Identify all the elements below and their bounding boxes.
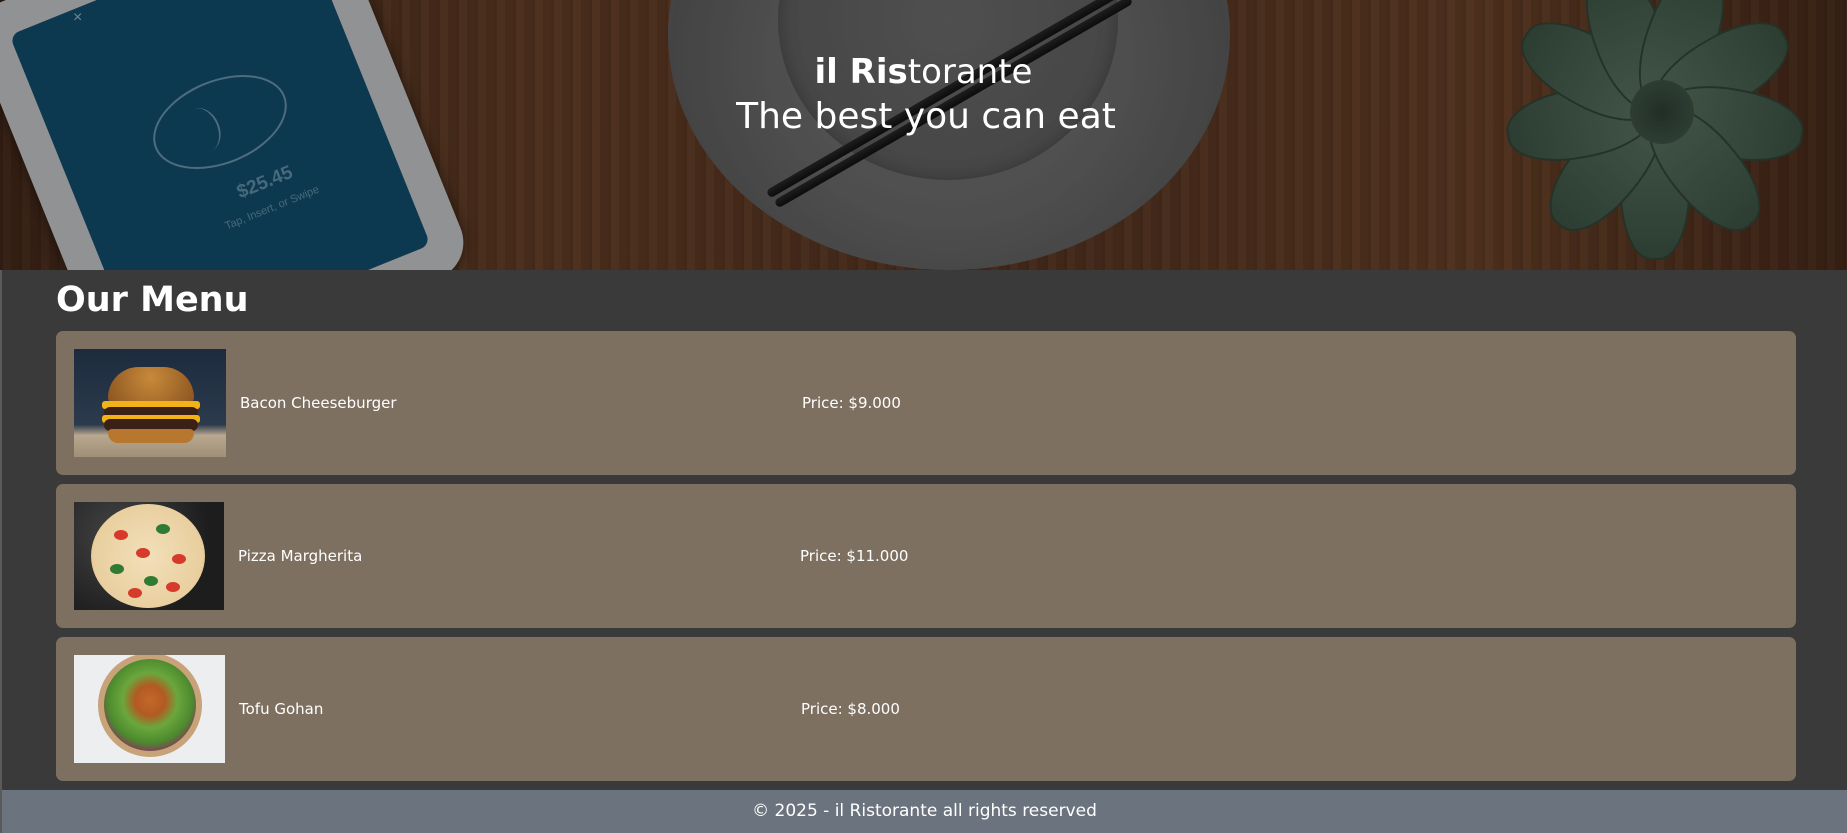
menu-heading: Our Menu (56, 280, 249, 320)
pizza-photo (74, 502, 224, 610)
menu-item-price: Price: $8.000 (801, 700, 900, 718)
hero-banner: × $25.45 Tap, Insert, or Swipe il Ristor… (0, 0, 1847, 270)
menu-item-bacon-cheeseburger[interactable]: Bacon Cheeseburger Price: $9.000 (56, 331, 1796, 475)
menu-item-pizza-margherita[interactable]: Pizza Margherita Price: $11.000 (56, 484, 1796, 628)
burger-photo (74, 349, 226, 457)
bowl-photo (74, 655, 225, 763)
copyright-text: © 2025 - il Ristorante all rights reserv… (752, 801, 1097, 821)
menu-item-price: Price: $9.000 (802, 394, 901, 412)
menu-item-price: Price: $11.000 (800, 547, 909, 565)
menu-item-name: Tofu Gohan (239, 700, 324, 718)
menu-item-name: Bacon Cheeseburger (240, 394, 397, 412)
site-title: il Ristorante (0, 50, 1847, 94)
menu-item-tofu-gohan[interactable]: Tofu Gohan Price: $8.000 (56, 637, 1796, 781)
site-title-bold: il Ris (814, 52, 908, 92)
site-tagline: The best you can eat (736, 96, 1116, 137)
menu-list: Bacon Cheeseburger Price: $9.000 Pizza M… (56, 331, 1796, 790)
site-footer: © 2025 - il Ristorante all rights reserv… (2, 790, 1847, 833)
menu-item-name: Pizza Margherita (238, 547, 363, 565)
site-title-rest: torante (907, 52, 1033, 92)
page-edge (0, 270, 2, 833)
